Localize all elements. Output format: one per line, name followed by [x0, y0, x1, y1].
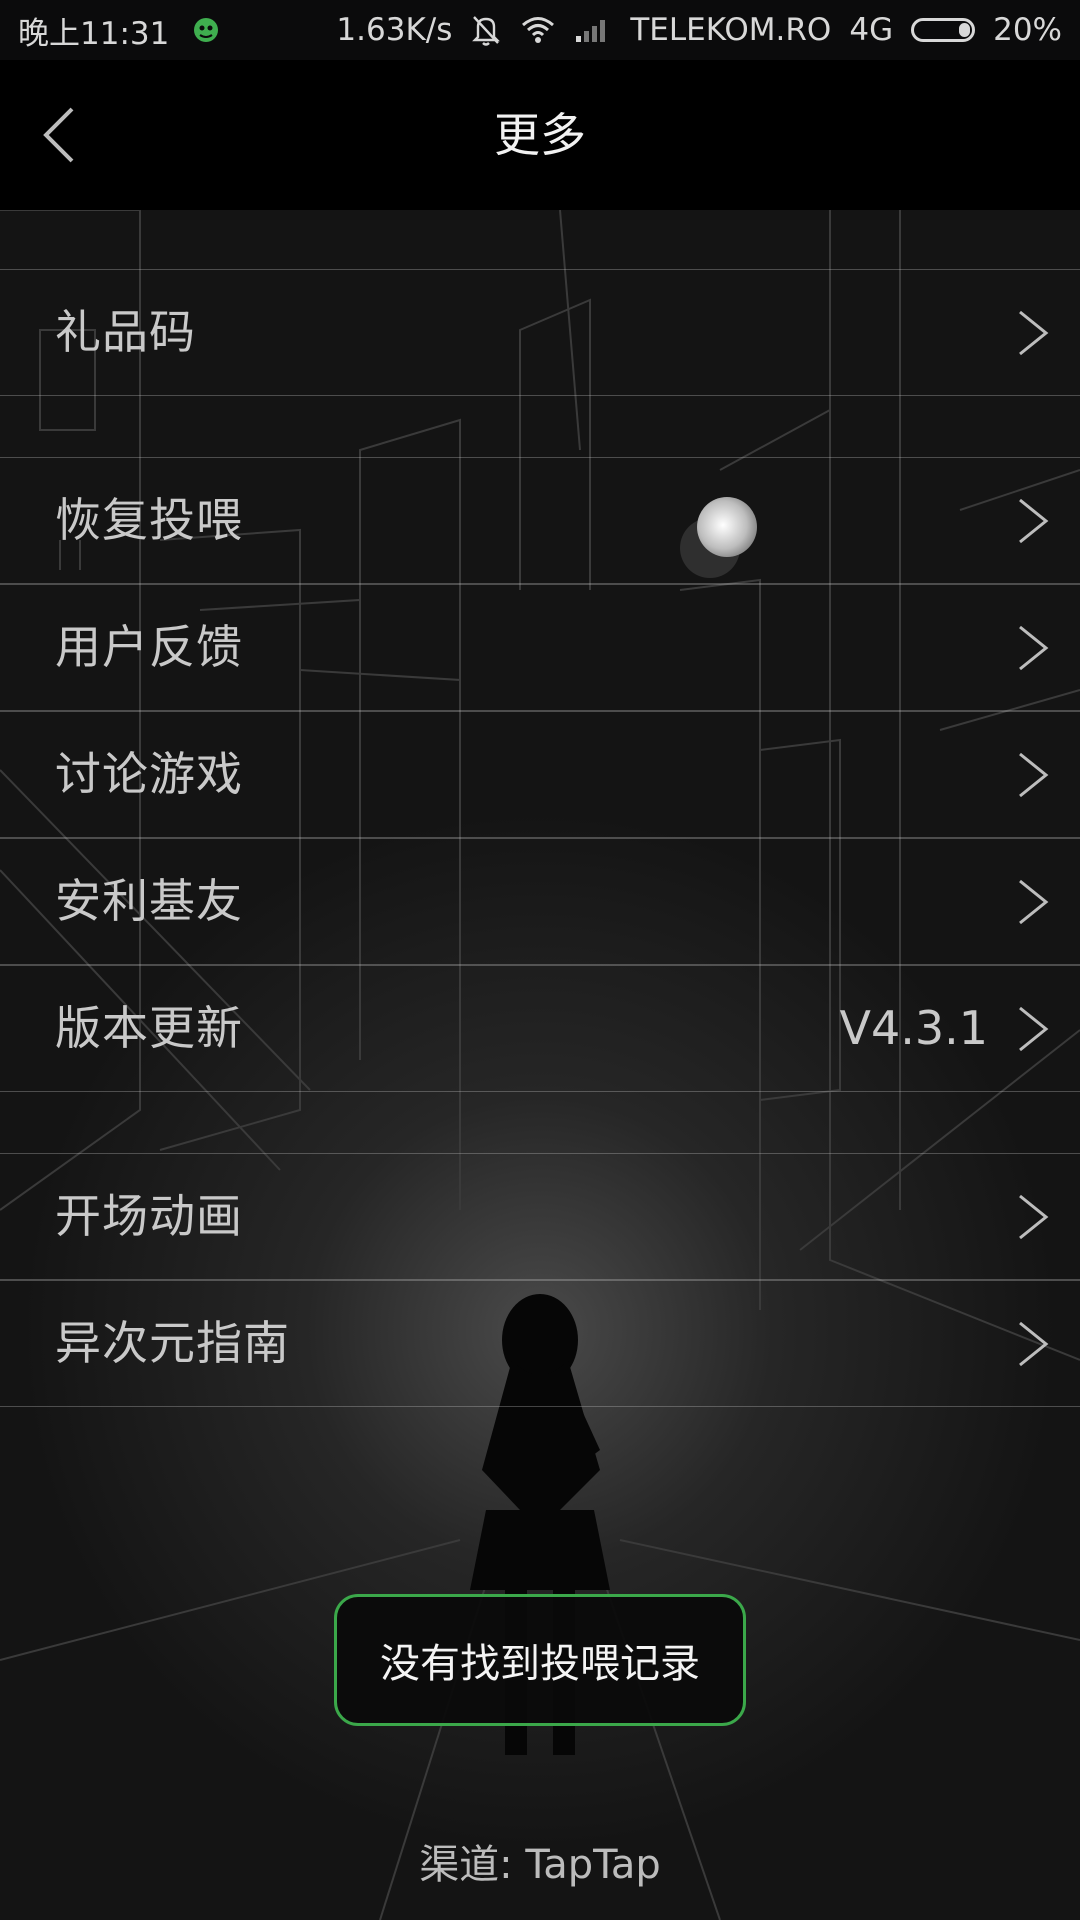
- menu-item-discuss-game[interactable]: 讨论游戏: [0, 711, 1080, 838]
- battery-fill: [959, 23, 971, 37]
- chevron-right-icon: [1019, 625, 1049, 671]
- wifi-icon: [520, 15, 556, 45]
- menu-item-label: 礼品码: [55, 305, 196, 359]
- menu-item-gift-code[interactable]: 礼品码: [0, 269, 1080, 396]
- chevron-right-icon: [1019, 498, 1049, 544]
- battery-icon: [911, 18, 976, 42]
- menu-item-opening-animation[interactable]: 开场动画: [0, 1153, 1080, 1280]
- screen: 晚上11:31 1.63K/s TELEKOM.RO 4G 20% 更多 礼品码…: [0, 0, 1080, 1920]
- toast-message: 没有找到投喂记录: [334, 1594, 746, 1726]
- menu-item-feedback[interactable]: 用户反馈: [0, 584, 1080, 711]
- menu-item-label: 异次元指南: [55, 1316, 290, 1370]
- network-type: 4G: [849, 12, 894, 48]
- menu-item-label: 讨论游戏: [55, 747, 243, 801]
- chevron-right-icon: [1019, 752, 1049, 798]
- chevron-right-icon: [1019, 1194, 1049, 1240]
- bell-muted-icon: [470, 13, 502, 47]
- channel-label: 渠道: TapTap: [419, 1842, 661, 1888]
- status-bar: 晚上11:31 1.63K/s TELEKOM.RO 4G 20%: [0, 0, 1080, 60]
- menu-item-recommend-friend[interactable]: 安利基友: [0, 838, 1080, 965]
- chevron-right-icon: [1019, 1321, 1049, 1367]
- menu-item-version-update[interactable]: 版本更新 V4.3.1: [0, 965, 1080, 1092]
- chevron-right-icon: [1019, 879, 1049, 925]
- menu-item-dimension-guide[interactable]: 异次元指南: [0, 1280, 1080, 1407]
- assistive-touch-button[interactable]: [678, 490, 768, 580]
- chevron-right-icon: [1019, 1006, 1049, 1052]
- page-title: 更多: [494, 108, 586, 162]
- signal-icon: [574, 16, 612, 44]
- menu-item-label: 版本更新: [55, 1001, 243, 1055]
- menu-item-label: 恢复投喂: [55, 493, 243, 547]
- status-time: 晚上11:31: [18, 15, 170, 52]
- menu-item-label: 开场动画: [55, 1189, 243, 1243]
- network-speed: 1.63K/s: [336, 12, 453, 48]
- header-bar: 更多: [0, 60, 1080, 210]
- menu-item-label: 安利基友: [55, 874, 243, 928]
- menu-item-label: 用户反馈: [55, 620, 243, 674]
- toast-text: 没有找到投喂记录: [380, 1641, 700, 1687]
- app-notification-icon: [191, 15, 221, 45]
- carrier-name: TELEKOM.RO: [630, 12, 832, 48]
- battery-percent: 20%: [993, 12, 1062, 48]
- menu-item-restore-purchase[interactable]: 恢复投喂: [0, 457, 1080, 584]
- chevron-right-icon: [1019, 310, 1049, 356]
- version-number: V4.3.1: [839, 1001, 988, 1055]
